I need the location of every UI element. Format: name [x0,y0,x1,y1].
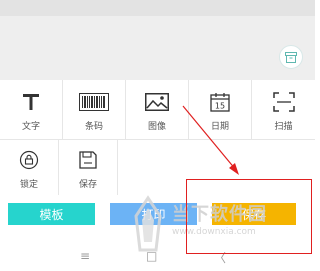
annotation-arrow [182,105,239,175]
